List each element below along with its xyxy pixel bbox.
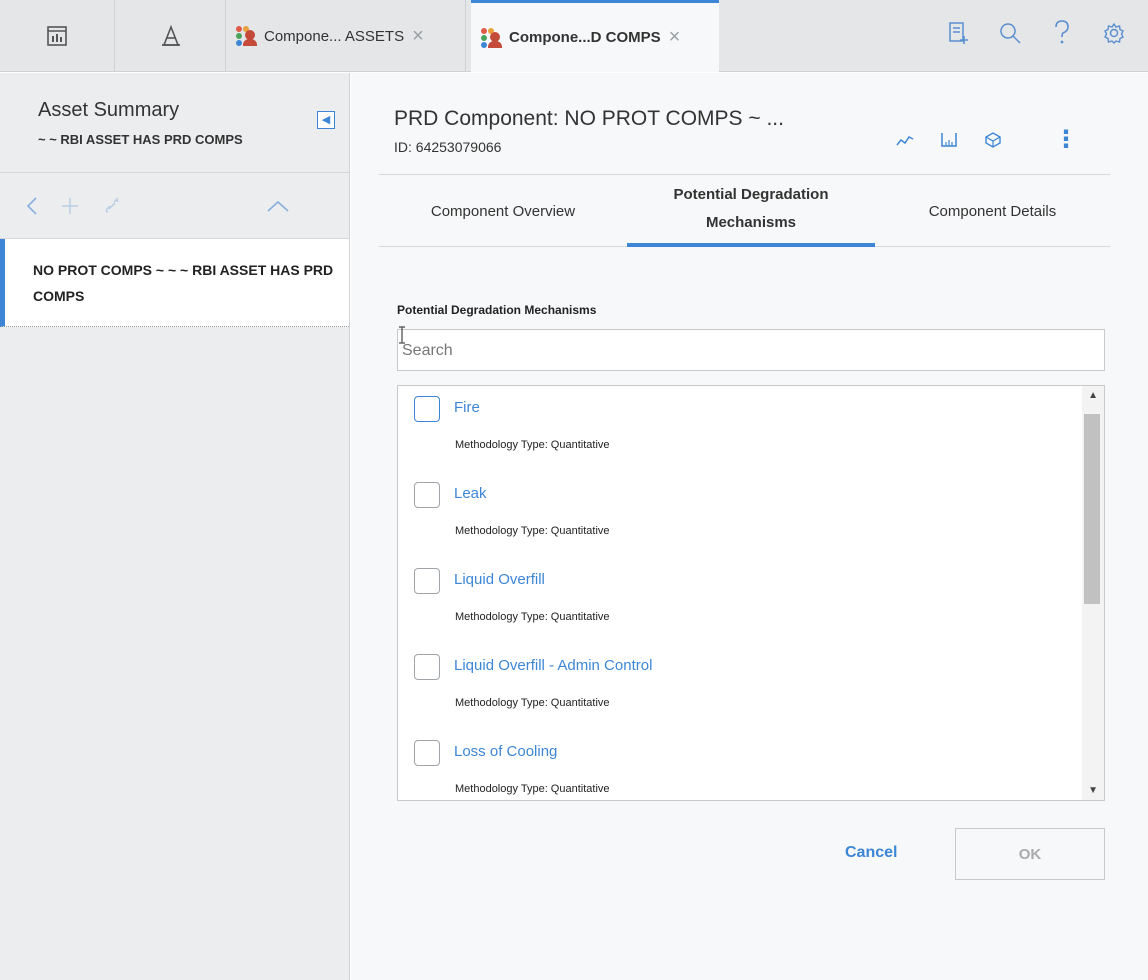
item-checkbox[interactable] [414,568,440,594]
item-checkbox[interactable] [414,740,440,766]
mechanism-list[interactable]: Fire Methodology Type: Quantitative Leak… [397,385,1105,801]
new-record-button[interactable] [944,21,972,51]
close-icon[interactable]: × [412,25,424,48]
item-checkbox[interactable] [414,396,440,422]
methodology-type: Methodology Type: Quantitative [455,439,610,451]
scrollbar[interactable]: ▲ ▼ [1082,386,1104,800]
ruler-icon[interactable] [940,132,958,148]
ok-button[interactable]: OK [955,828,1105,880]
section-label: Potential Degradation Mechanisms [397,303,597,317]
list-item[interactable]: Loss of Cooling Methodology Type: Quanti… [398,730,1078,800]
list-item[interactable]: Liquid Overfill - Admin Control Methodol… [398,644,1078,730]
search-input[interactable]: Search [397,329,1105,371]
methodology-type: Methodology Type: Quantitative [455,783,610,795]
question-icon [1055,20,1069,44]
list-item[interactable]: Leak Methodology Type: Quantitative [398,472,1078,558]
panel-toolbar [0,173,349,239]
mechanism-name[interactable]: Liquid Overfill [454,571,545,588]
hierarchy-button[interactable] [116,0,226,72]
record-id: ID: 64253079066 [394,139,502,155]
scrollbar-thumb[interactable] [1084,414,1100,604]
cancel-button[interactable]: Cancel [845,844,897,862]
record-title: PRD Component: NO PROT COMPS ~ ... [394,107,784,130]
tab-potential-degradation-mechanisms[interactable]: Potential Degradation Mechanisms [627,175,875,247]
unlink-icon[interactable] [102,196,122,216]
methodology-type: Methodology Type: Quantitative [455,611,610,623]
search-button[interactable] [996,21,1024,51]
tab-component-details[interactable]: Component Details [875,175,1110,247]
scroll-up-icon[interactable]: ▲ [1088,390,1098,401]
panel-title: Asset Summary [38,99,180,121]
chevron-left-icon: ◀ [321,114,331,126]
record-actions: ⋮ [896,125,1078,154]
cube-icon[interactable] [984,131,1002,149]
record-tabs: Component Overview Potential Degradation… [379,174,1110,247]
scroll-down-icon[interactable]: ▼ [1088,785,1098,796]
tab-component-prd-comps[interactable]: Compone...D COMPS × [471,0,719,72]
dashboard-icon [47,26,67,46]
record-panel: PRD Component: NO PROT COMPS ~ ... ID: 6… [351,73,1148,980]
panel-subtitle: ~ ~ RBI ASSET HAS PRD COMPS [38,132,243,147]
global-tools [944,0,1128,72]
top-tab-bar: Compone... ASSETS × Compone...D COMPS × [0,0,1148,72]
list-item[interactable]: Fire Methodology Type: Quantitative [398,386,1078,472]
settings-button[interactable] [1100,22,1128,50]
gear-icon [1104,22,1124,44]
collapse-panel-button[interactable]: ◀ [317,111,335,129]
help-button[interactable] [1048,20,1076,52]
mechanism-name[interactable]: Loss of Cooling [454,743,557,760]
pyramid-icon [161,25,180,46]
add-icon[interactable] [60,196,80,216]
tab-label: Compone...D COMPS [509,29,661,46]
record-header: PRD Component: NO PROT COMPS ~ ... ID: 6… [394,107,784,155]
asset-summary-panel: Asset Summary ~ ~ RBI ASSET HAS PRD COMP… [0,73,350,980]
people-icon [481,27,503,48]
clipboard-add-icon [949,22,968,44]
methodology-type: Methodology Type: Quantitative [455,697,610,709]
methodology-type: Methodology Type: Quantitative [455,525,610,537]
list-item[interactable]: NO PROT COMPS ~ ~ ~ RBI ASSET HAS PRD CO… [0,239,349,327]
tab-component-overview[interactable]: Component Overview [379,175,627,247]
trend-chart-icon[interactable] [896,133,914,147]
more-options-icon[interactable]: ⋮ [1054,125,1078,154]
mechanism-name[interactable]: Leak [454,485,487,502]
mechanism-name[interactable]: Liquid Overfill - Admin Control [454,657,652,674]
chevron-up-icon[interactable] [266,199,290,213]
list-item[interactable]: Liquid Overfill Methodology Type: Quanti… [398,558,1078,644]
item-checkbox[interactable] [414,482,440,508]
text-cursor-icon [399,326,405,344]
close-icon[interactable]: × [669,26,681,49]
tab-component-assets[interactable]: Compone... ASSETS × [226,0,466,72]
dashboard-button[interactable] [0,0,115,72]
search-icon [1000,23,1021,44]
back-icon[interactable] [26,196,38,216]
people-icon [236,26,258,46]
asset-summary-header: Asset Summary ~ ~ RBI ASSET HAS PRD COMP… [0,73,349,173]
item-checkbox[interactable] [414,654,440,680]
tab-label: Compone... ASSETS [264,27,405,45]
mechanism-name[interactable]: Fire [454,399,480,416]
